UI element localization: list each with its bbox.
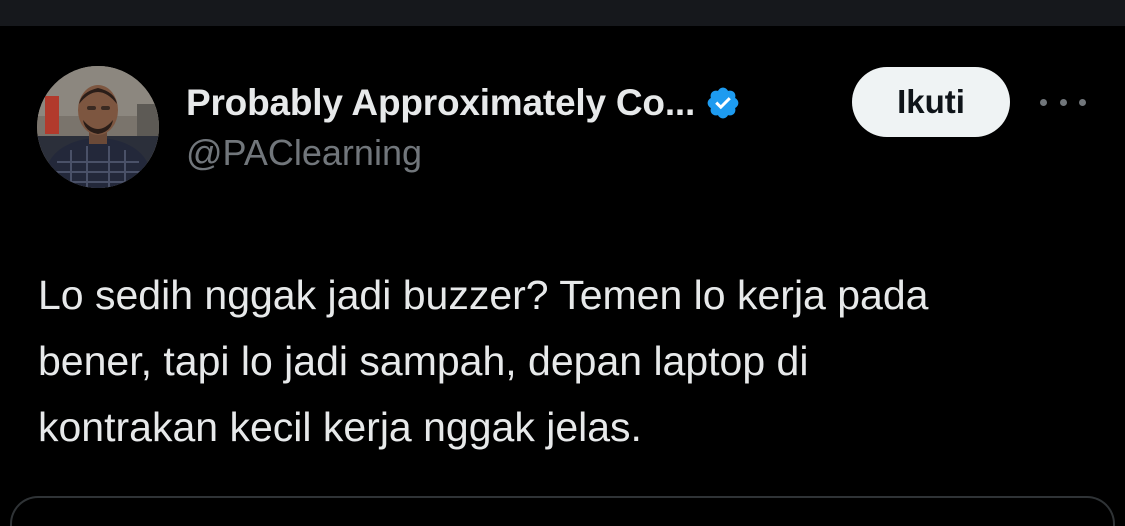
author-name-row[interactable]: Probably Approximately Co... <box>186 81 741 125</box>
avatar-photo-icon <box>37 66 159 188</box>
tweet-text-line: kontrakan kecil kerja nggak jelas. <box>38 404 642 450</box>
tweet-text-line: Lo sedih nggak jadi buzzer? Temen lo ker… <box>38 272 929 318</box>
follow-button[interactable]: Ikuti <box>852 67 1010 137</box>
tweet-text: Lo sedih nggak jadi buzzer? Temen lo ker… <box>38 262 1088 460</box>
more-dot <box>1059 98 1067 106</box>
verified-badge-icon <box>705 85 741 121</box>
more-dot <box>1079 98 1086 106</box>
top-bar <box>0 0 1125 26</box>
author-handle[interactable]: @PAClearning <box>186 132 422 174</box>
tweet-text-line: bener, tapi lo jadi sampah, depan laptop… <box>38 338 809 384</box>
author-display-name[interactable]: Probably Approximately Co... <box>186 82 695 124</box>
next-card-edge <box>10 496 1115 526</box>
tweet-card: Probably Approximately Co... @PAClearnin… <box>0 26 1125 526</box>
avatar[interactable] <box>37 66 159 188</box>
more-dot <box>1040 98 1047 106</box>
more-options-icon[interactable] <box>1040 90 1086 114</box>
